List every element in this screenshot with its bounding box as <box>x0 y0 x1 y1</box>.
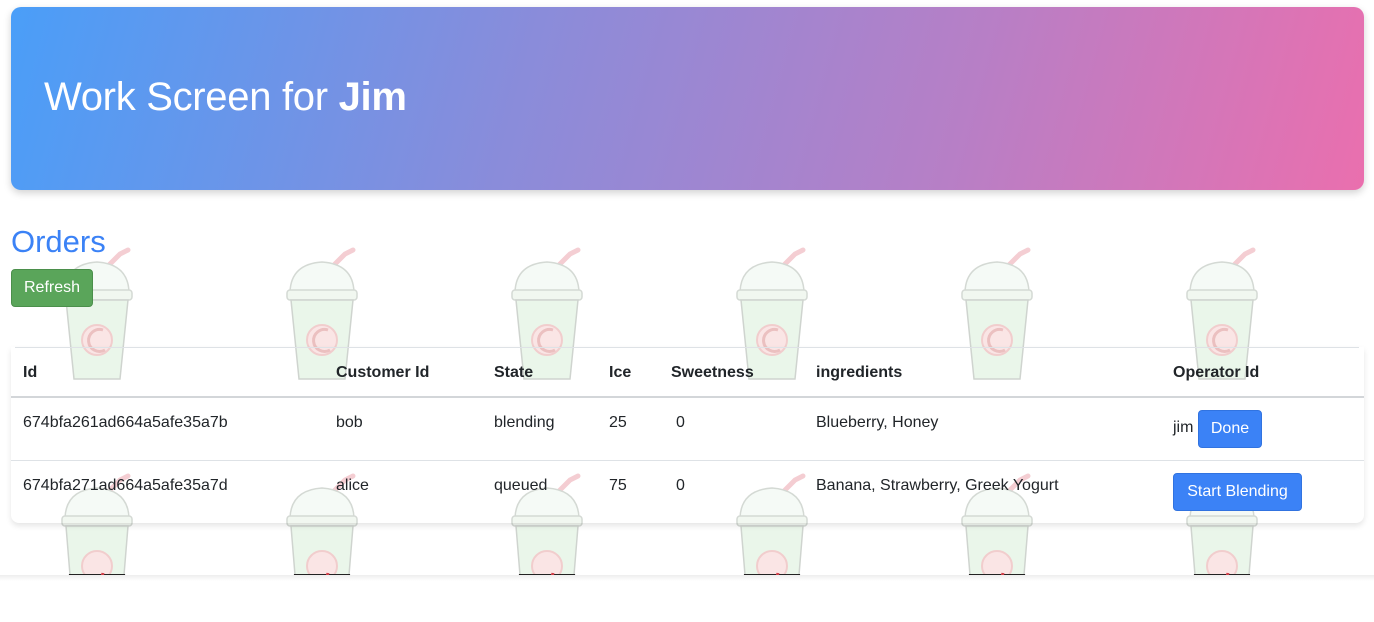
column-header-state: State <box>494 364 534 381</box>
operator-name: Jim <box>338 75 407 119</box>
cell-customer-id: bob <box>336 414 363 431</box>
column-header-customer-id: Customer Id <box>336 364 430 381</box>
footer-shadow <box>0 575 1374 622</box>
header-banner: Work Screen for Jim <box>11 7 1364 190</box>
cell-ice: 25 <box>609 414 627 431</box>
cell-ingredients: Banana, Strawberry, Greek Yogurt <box>816 477 1059 494</box>
page-title: Work Screen for Jim <box>44 75 407 120</box>
cell-sweetness: 0 <box>676 477 685 494</box>
cell-customer-id: alice <box>336 477 369 494</box>
column-header-ingredients: ingredients <box>816 364 903 381</box>
column-header-ice: Ice <box>609 364 632 381</box>
cell-ingredients: Blueberry, Honey <box>816 414 939 431</box>
orders-title: Orders <box>11 224 106 259</box>
cell-state: queued <box>494 477 548 494</box>
orders-table: Id Customer Id State Ice Sweetness ingre… <box>11 347 1364 523</box>
cell-id: 674bfa261ad664a5afe35a7b <box>23 414 228 431</box>
cell-id: 674bfa271ad664a5afe35a7d <box>23 477 228 494</box>
column-header-operator-id: Operator Id <box>1173 364 1260 381</box>
cell-operator-id: jim <box>1173 419 1194 436</box>
done-button[interactable]: Done <box>1198 410 1262 448</box>
cell-state: blending <box>494 414 555 431</box>
title-prefix: Work Screen for <box>44 75 328 119</box>
table-top-border <box>15 347 1359 348</box>
start-blending-button[interactable]: Start Blending <box>1173 473 1302 511</box>
refresh-button[interactable]: Refresh <box>11 269 93 307</box>
row-divider <box>11 460 1364 461</box>
work-screen-page: Work Screen for Jim Orders Refresh Id Cu… <box>0 0 1374 622</box>
column-header-id: Id <box>23 364 38 381</box>
column-header-sweetness: Sweetness <box>671 364 754 381</box>
cell-ice: 75 <box>609 477 627 494</box>
cell-sweetness: 0 <box>676 414 685 431</box>
header-divider <box>11 396 1364 398</box>
